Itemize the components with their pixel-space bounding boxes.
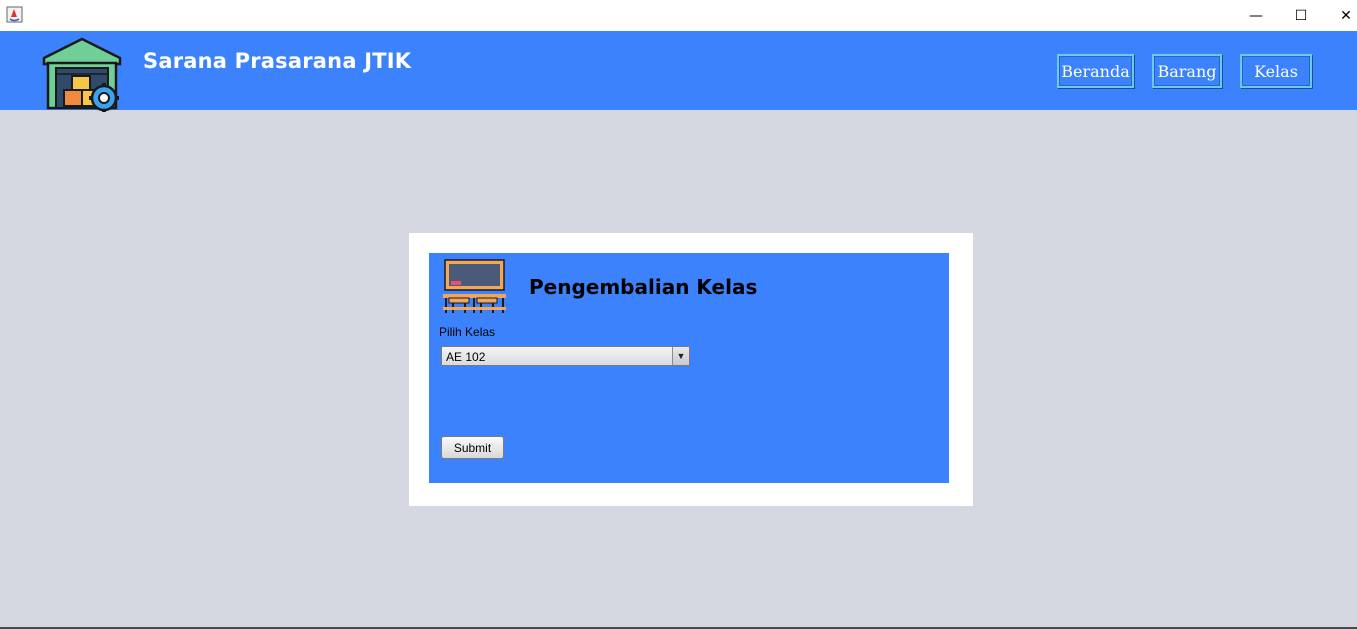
form-title: Pengembalian Kelas	[529, 275, 758, 299]
window-titlebar: — ☐ ✕	[0, 0, 1357, 31]
nav-kelas-button[interactable]: Kelas	[1240, 54, 1312, 88]
kelas-select[interactable]: AE 102 ▼	[441, 346, 690, 366]
pilih-kelas-label: Pilih Kelas	[439, 325, 496, 339]
form-panel: Pengembalian Kelas Pilih Kelas AE 102 ▼ …	[429, 253, 949, 483]
close-icon: ✕	[1340, 7, 1352, 24]
kelas-select-value: AE 102	[446, 350, 486, 364]
app-title: Sarana Prasarana JTIK	[143, 49, 412, 73]
maximize-icon: ☐	[1294, 7, 1308, 24]
warehouse-gear-icon	[42, 37, 122, 112]
close-button[interactable]: ✕	[1323, 0, 1357, 31]
minimize-icon: —	[1249, 7, 1263, 24]
classroom-icon	[443, 259, 506, 313]
dropdown-arrow-icon[interactable]: ▼	[672, 347, 689, 365]
app-header: Sarana Prasarana JTIK Beranda Barang Kel…	[0, 31, 1357, 112]
java-app-icon	[6, 6, 23, 23]
maximize-button[interactable]: ☐	[1278, 0, 1324, 31]
minimize-button[interactable]: —	[1233, 0, 1279, 31]
nav-barang-button[interactable]: Barang	[1152, 54, 1222, 88]
submit-button[interactable]: Submit	[441, 436, 504, 459]
nav-beranda-button[interactable]: Beranda	[1057, 54, 1134, 88]
form-card: Pengembalian Kelas Pilih Kelas AE 102 ▼ …	[409, 233, 973, 506]
